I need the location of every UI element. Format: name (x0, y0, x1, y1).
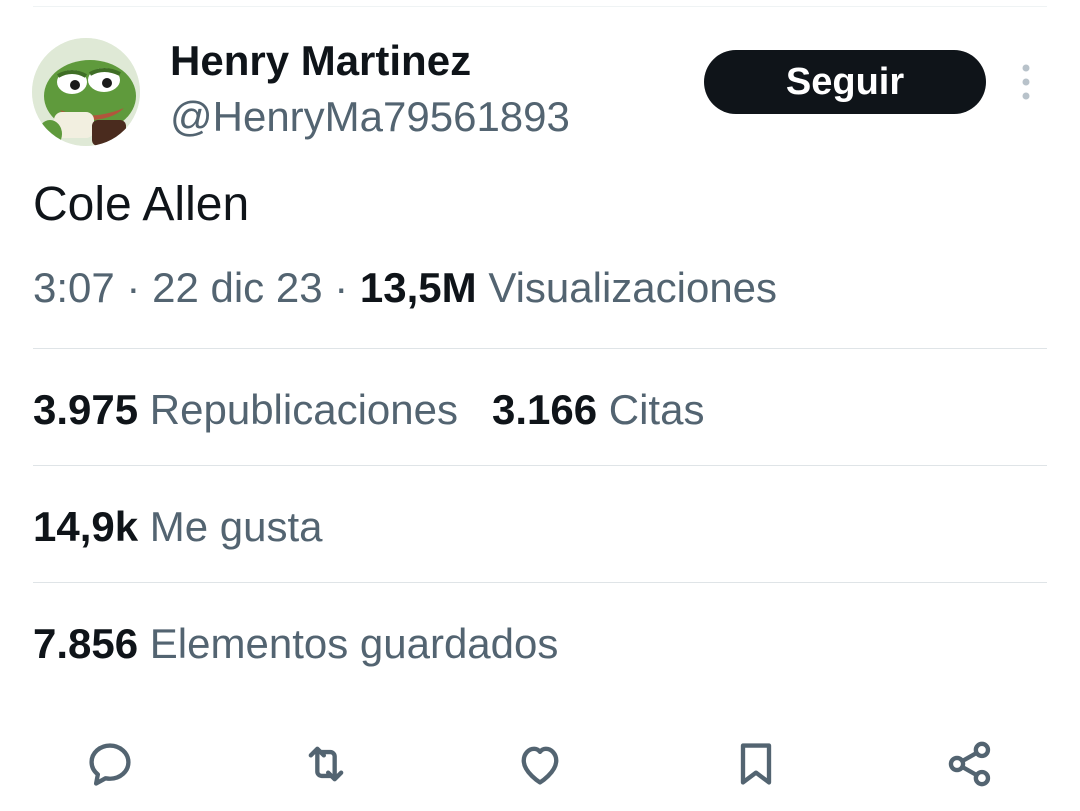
reposts-count: 3.975 (33, 386, 139, 433)
views-count: 13,5M (359, 264, 477, 311)
quotes-label: Citas (608, 386, 705, 433)
repost-icon (308, 746, 344, 782)
tweet-text: Cole Allen (33, 178, 250, 231)
tweet-date[interactable]: 22 dic 23 (152, 264, 322, 311)
avatar[interactable] (32, 38, 140, 146)
views-label: Visualizaciones (488, 264, 778, 311)
share-button[interactable] (942, 736, 998, 792)
share-icon (948, 741, 991, 787)
repost-button[interactable] (298, 736, 354, 792)
quotes-count: 3.166 (491, 386, 598, 433)
meta-separator: · (126, 264, 141, 311)
more-vertical-icon (1022, 64, 1030, 100)
tweet-meta: 3:07 · 22 dic 23 · 13,5M Visualizaciones (33, 263, 777, 313)
follow-button[interactable]: Seguir (704, 50, 986, 114)
like-button[interactable] (512, 736, 568, 792)
frog-avatar-icon (32, 38, 140, 146)
divider (33, 348, 1047, 349)
tweet-time[interactable]: 3:07 (33, 264, 115, 311)
author-name[interactable]: Henry Martinez (170, 36, 471, 86)
divider (33, 465, 1047, 466)
bookmark-button[interactable] (728, 736, 784, 792)
likes-count: 14,9k (33, 503, 139, 550)
more-options-button[interactable] (1008, 60, 1044, 104)
divider (33, 582, 1047, 583)
reposts-label: Republicaciones (149, 386, 458, 433)
meta-separator: · (334, 264, 349, 311)
likes-label: Me gusta (149, 503, 323, 550)
action-bar (0, 728, 1080, 798)
quotes-stat[interactable]: 3.166 Citas (492, 386, 704, 433)
bookmark-icon (740, 743, 772, 785)
top-divider (33, 6, 1047, 7)
reposts-stat[interactable]: 3.975 Republicaciones (33, 386, 458, 433)
bookmarks-label: Elementos guardados (149, 620, 559, 667)
bookmarks-stat: 7.856 Elementos guardados (33, 619, 558, 669)
reply-icon (89, 743, 131, 786)
bookmarks-count: 7.856 (33, 620, 139, 667)
like-icon (521, 746, 559, 785)
author-handle[interactable]: @HenryMa79561893 (170, 92, 570, 142)
reposts-quotes-row: 3.975 Republicaciones 3.166 Citas (33, 385, 704, 435)
reply-button[interactable] (82, 736, 138, 792)
likes-stat[interactable]: 14,9k Me gusta (33, 502, 323, 552)
